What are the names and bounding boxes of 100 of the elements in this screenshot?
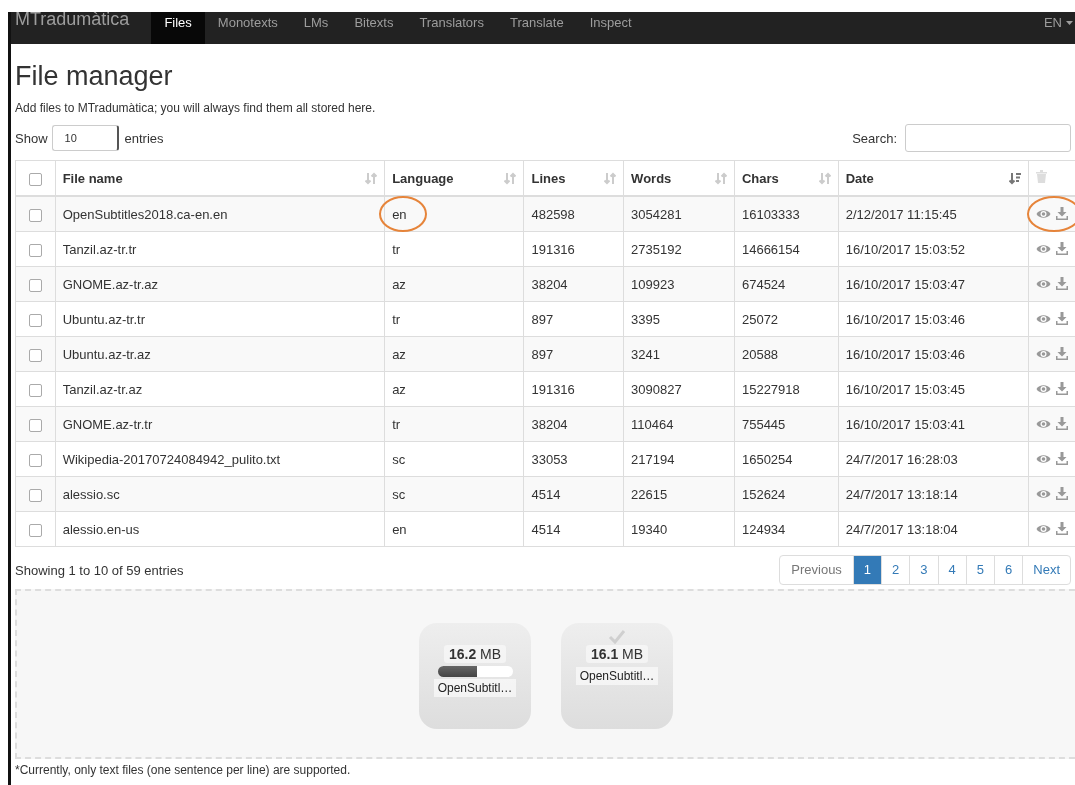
table-cell: 38204 [531,276,568,292]
row-checkbox[interactable] [28,348,42,362]
row-checkbox[interactable] [28,383,42,397]
footnote: *Currently, only text files (one sentence per line) are supported. [15,763,352,777]
table-cell: 152624 [741,486,786,502]
row-checkbox[interactable] [28,453,42,467]
table-cell: 24/7/2017 13:18:04 [845,521,958,537]
nav-tab[interactable]: Translators [406,12,497,44]
table-cell: 191316 [531,241,575,257]
language-menu[interactable]: EN [1043,12,1075,34]
upload-dropzone[interactable]: 16.2 MB OpenSubtitl… 16.1 MB OpenSubtitl… [15,589,1075,759]
nav-tab[interactable]: Translate [496,12,577,44]
table-cell: 38204 [531,416,568,432]
eye-icon[interactable] [1035,488,1051,499]
row-checkbox[interactable] [28,243,42,257]
table-cell: 16/10/2017 15:03:41 [845,416,965,432]
table-cell: Tanzil.az-tr.tr [62,241,137,257]
brand-logo[interactable]: MTradumàtica [15,12,152,44]
table-cell: 14666154 [741,241,800,257]
table-cell: 2/12/2017 11:15:45 [845,206,957,222]
download-icon[interactable] [1055,452,1068,465]
table-cell: 16/10/2017 15:03:45 [845,381,965,397]
download-icon[interactable] [1055,242,1068,255]
eye-icon[interactable] [1035,453,1051,464]
table-cell: 16103333 [741,206,800,222]
table-cell: 16/10/2017 15:03:46 [845,346,965,362]
select-all-checkbox[interactable] [28,172,42,186]
table-cell: 20588 [741,346,779,362]
table-cell: tr [392,311,401,327]
table-cell: 897 [531,346,554,362]
download-icon[interactable] [1055,522,1068,535]
row-checkbox[interactable] [28,523,42,537]
download-icon[interactable] [1055,347,1068,360]
table-cell: az [392,381,406,397]
table-cell: 482598 [531,206,575,222]
file-name: OpenSubtitl… [433,679,517,697]
entries-label: entries [124,130,164,146]
table-cell: 3090827 [631,381,682,397]
table-cell: 191316 [531,381,575,397]
table-cell: Tanzil.az-tr.az [62,381,143,397]
file-size: 16.1 MB [585,645,649,663]
row-checkbox[interactable] [28,418,42,432]
table-cell: 4514 [531,521,561,537]
table-cell: tr [392,416,401,432]
table-cell: 1650254 [741,451,793,467]
table-cell: 897 [531,311,554,327]
page-button[interactable]: Next [1022,556,1070,584]
page-button[interactable]: 5 [965,556,995,584]
eye-icon[interactable] [1035,348,1051,359]
table-cell: 33053 [531,451,568,467]
table-cell: en [392,206,407,222]
nav-tab[interactable]: Bitexts [341,12,407,44]
table-cell: 110464 [631,416,674,432]
row-checkbox[interactable] [28,278,42,292]
page-button[interactable]: 6 [994,556,1023,584]
table-cell: 124934 [741,521,786,537]
show-label: Show [15,130,48,146]
row-checkbox[interactable] [28,313,42,327]
table-cell: 16/10/2017 15:03:52 [845,241,965,257]
download-icon[interactable] [1055,277,1068,290]
row-checkbox[interactable] [28,208,42,222]
nav-tab[interactable]: LMs [290,12,342,44]
page-button[interactable]: 3 [909,556,938,584]
download-icon[interactable] [1055,312,1068,325]
nav-tab[interactable]: Files [151,12,205,44]
eye-icon[interactable] [1035,418,1051,429]
download-icon[interactable] [1055,417,1068,430]
eye-icon[interactable] [1035,313,1051,324]
entries-select[interactable]: 10 [51,125,119,151]
caret-icon [1066,21,1073,25]
table-cell: alessio.en-us [62,521,140,537]
nav-tab[interactable]: Inspect [576,12,645,44]
page-button[interactable]: 1 [852,556,882,584]
download-icon[interactable] [1055,487,1068,500]
nav-tab[interactable]: Monotexts [204,12,291,44]
page-button[interactable]: 2 [881,556,910,584]
table-cell: 3395 [631,311,661,327]
table-cell: 674524 [741,276,786,292]
file-size: 16.2 MB [443,645,507,663]
table-cell: 24/7/2017 13:18:14 [845,486,958,502]
search-field[interactable] [905,124,1071,152]
table-cell: 755445 [741,416,786,432]
table-cell: GNOME.az-tr.az [62,276,158,292]
table-cell: OpenSubtitles2018.ca-en.en [62,206,228,222]
eye-icon[interactable] [1035,208,1051,219]
checkmark-icon [608,629,626,644]
row-checkbox[interactable] [28,488,42,502]
table-cell: az [392,346,406,362]
eye-icon[interactable] [1035,243,1051,254]
table-cell: 19340 [631,521,668,537]
eye-icon[interactable] [1035,523,1051,534]
table-cell: 109923 [631,276,675,292]
page-button[interactable]: 4 [937,556,966,584]
eye-icon[interactable] [1035,383,1051,394]
table-cell: sc [392,486,406,502]
trash-icon[interactable] [1035,170,1047,183]
download-icon[interactable] [1055,207,1068,220]
eye-icon[interactable] [1035,278,1051,289]
table-cell: Ubuntu.az-tr.tr [62,311,146,327]
download-icon[interactable] [1055,382,1068,395]
